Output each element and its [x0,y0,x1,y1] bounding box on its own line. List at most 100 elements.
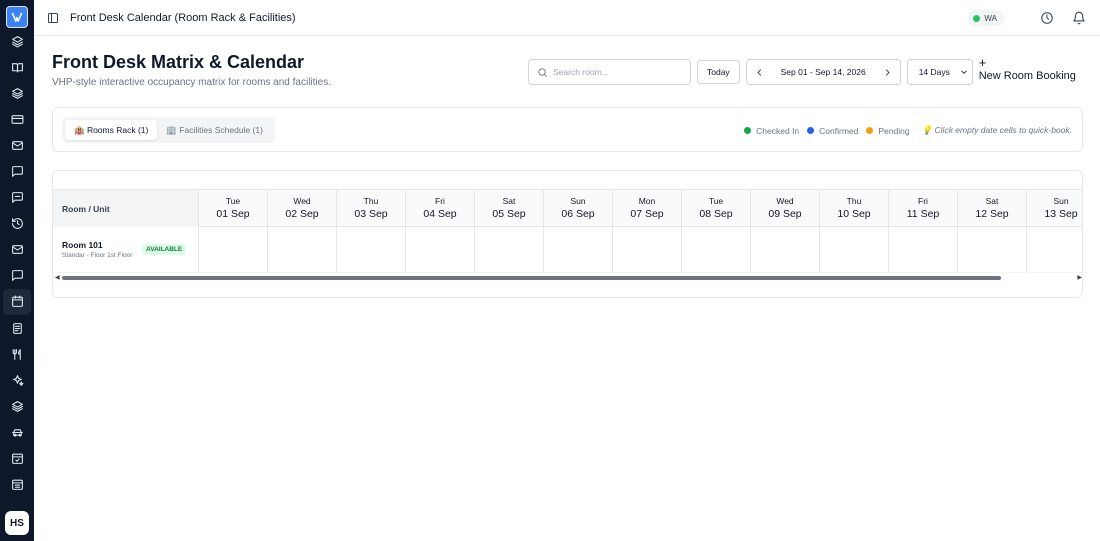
window-title: Front Desk Calendar (Room Rack & Facilit… [70,11,296,24]
day-date: 13 Sep [1044,208,1078,220]
new-room-booking-label: New Room Booking [978,70,1076,82]
sidebar-item-utensils[interactable] [3,341,31,367]
day-date: 12 Sep [975,208,1009,220]
sidebar-item-layers[interactable] [3,28,31,54]
day-of-week: Sat [985,196,999,206]
sidebar-item-layers-alt[interactable] [3,393,31,419]
chevron-left-icon[interactable] [755,68,764,77]
date-cell[interactable] [751,227,820,273]
tab-rooms-rack[interactable]: 🏨 Rooms Rack (1) [65,120,158,140]
date-cell[interactable] [337,227,406,273]
day-of-week: Tue [225,196,241,206]
day-date: 01 Sep [216,208,250,220]
calendar-grid-icon [11,479,23,491]
day-header: Tue 08 Sep [682,190,751,227]
sidebar-item-calendar-check[interactable] [3,446,31,472]
sidebar-item-chat[interactable] [3,185,31,211]
sidebar-item-calendar-grid[interactable] [3,472,31,498]
day-date: 07 Sep [630,208,664,220]
sidebar-item-book-open[interactable] [3,54,31,80]
room-cell[interactable]: Room 101 Standar - Floor 1st Floor AVAIL… [53,227,199,273]
day-of-week: Mon [638,196,656,206]
day-date: 05 Sep [492,208,526,220]
sidebar-toggle-icon[interactable] [47,12,59,24]
sidebar-item-receipt[interactable] [3,315,31,341]
checked-in-dot-icon [744,127,752,134]
day-date: 10 Sep [837,208,871,220]
date-cell[interactable] [958,227,1027,273]
layers-icon [11,35,23,48]
date-cell[interactable] [475,227,544,273]
scrollbar-thumb[interactable] [62,276,1001,280]
history-clock-icon[interactable] [1040,11,1054,25]
app-logo-icon[interactable] [6,6,28,28]
user-avatar[interactable]: HS [5,511,29,535]
day-of-week: Thu [363,196,379,206]
day-header: Thu 10 Sep [820,190,889,227]
sidebar-item-history[interactable] [3,211,31,237]
date-cell[interactable] [682,227,751,273]
search-input[interactable] [553,67,683,77]
day-header: Tue 01 Sep [199,190,268,227]
day-date: 09 Sep [768,208,802,220]
sidebar-item-sparkles[interactable] [3,367,31,393]
date-cell[interactable] [820,227,889,273]
new-room-booking-button[interactable]: + New Room Booking [978,55,1084,86]
scroll-right-arrow-icon[interactable]: ▶ [1077,274,1082,281]
day-header: Wed 09 Sep [751,190,820,227]
sidebar-item-mail[interactable] [3,132,31,158]
comment-icon [11,270,23,282]
view-tabs: 🏨 Rooms Rack (1) 🏢 Facilities Schedule (… [62,117,275,143]
sparkles-icon [12,374,23,386]
message-icon [11,166,23,177]
mail-icon [11,141,23,150]
sidebar-item-message[interactable] [3,158,31,184]
history-icon [11,218,23,230]
day-date: 11 Sep [906,208,940,220]
sidebar-item-car[interactable] [3,419,31,445]
chevron-right-icon[interactable] [883,68,892,77]
date-cell[interactable] [889,227,958,273]
notification-bell-icon[interactable] [1072,11,1086,25]
scroll-left-arrow-icon[interactable]: ◀ [55,274,60,281]
date-cell[interactable] [268,227,337,273]
day-date: 06 Sep [561,208,595,220]
sidebar-item-inbox[interactable] [3,237,31,263]
room-name: Room 101 [62,240,103,250]
calendar-icon [11,296,23,308]
room-meta: Standar - Floor 1st Floor [62,252,133,259]
chat-icon [11,192,23,204]
day-header: Sat 05 Sep [475,190,544,227]
date-cell[interactable] [406,227,475,273]
date-cell[interactable] [613,227,682,273]
view-tabs-card: 🏨 Rooms Rack (1) 🏢 Facilities Schedule (… [52,107,1083,152]
search-box[interactable] [528,59,691,85]
room-unit-header: Room / Unit [53,190,199,227]
date-cell[interactable] [1027,227,1082,273]
chevron-down-icon [960,70,967,74]
page-subtitle: VHP-style interactive occupancy matrix f… [52,77,331,88]
date-cell[interactable] [544,227,613,273]
day-of-week: Tue [708,196,724,206]
day-header: Fri 04 Sep [406,190,475,227]
day-of-week: Fri [918,196,928,206]
table-row: Room 101 Standar - Floor 1st Floor AVAIL… [53,227,1082,273]
whatsapp-status-badge[interactable]: WA [968,10,1004,26]
sidebar-item-stack[interactable] [3,80,31,106]
day-date: 03 Sep [354,208,388,220]
date-cell[interactable] [199,227,268,273]
day-date: 04 Sep [423,208,457,220]
sidebar-item-calendar[interactable] [3,288,31,316]
day-date: 02 Sep [285,208,319,220]
horizontal-scrollbar[interactable]: ◀ ▶ [53,273,1082,282]
view-range-value: 14 Days [918,67,950,77]
credit-card-icon [11,114,23,124]
today-button[interactable]: Today [697,60,740,84]
day-header: Sat 12 Sep [958,190,1027,227]
legend-confirmed: Confirmed [807,126,858,136]
sidebar-item-credit-card[interactable] [3,106,31,132]
view-range-select[interactable]: 14 Days [906,59,973,85]
sidebar-item-comment[interactable] [3,263,31,289]
tab-facilities-schedule[interactable]: 🏢 Facilities Schedule (1) [157,120,272,140]
pending-dot-icon [866,127,874,134]
